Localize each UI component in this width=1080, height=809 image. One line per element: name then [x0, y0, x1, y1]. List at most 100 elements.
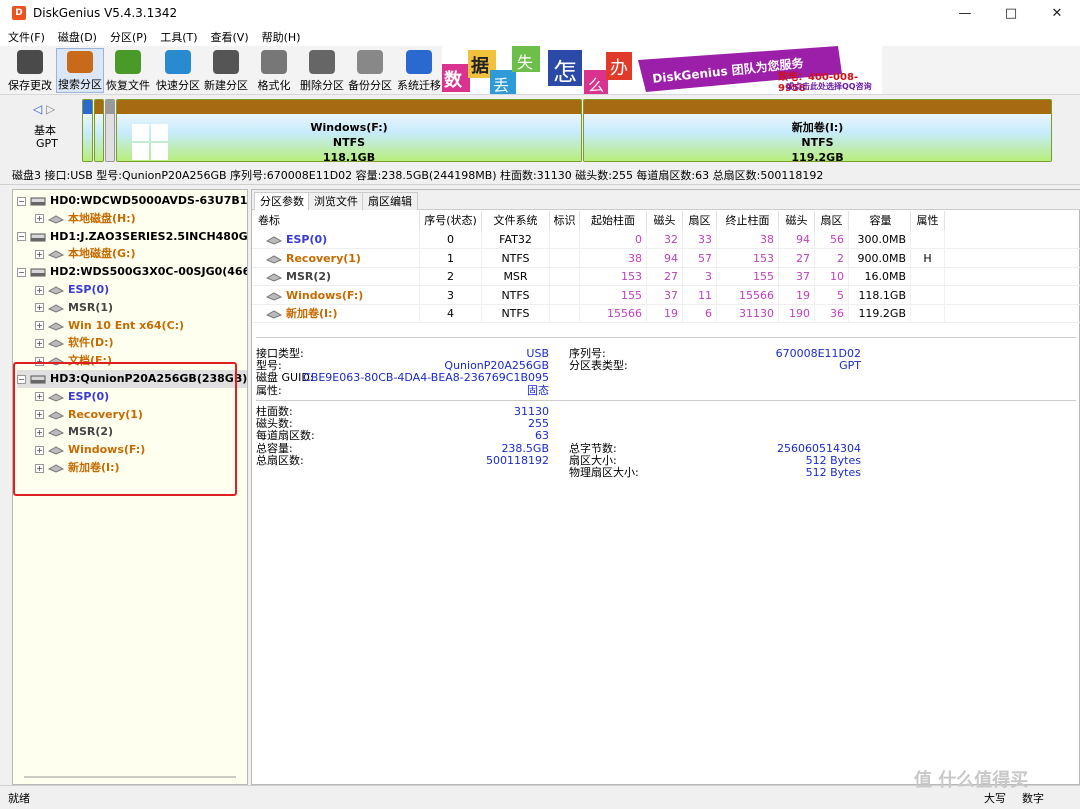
- column-header[interactable]: 扇区: [815, 211, 849, 230]
- column-header[interactable]: 文件系统: [482, 211, 550, 230]
- column-header[interactable]: 磁头: [647, 211, 683, 230]
- expand-icon[interactable]: +: [35, 285, 44, 295]
- detail-value: 255: [528, 417, 549, 431]
- expand-icon[interactable]: +: [35, 338, 44, 348]
- tree-partition-node[interactable]: + 本地磁盘(H:): [35, 210, 136, 228]
- table-row[interactable]: Windows(F:) 3 NTFS 155 37 11 15566 19 5 118.1GB: [252, 285, 1080, 305]
- tab-partition-params[interactable]: 分区参数: [254, 192, 310, 210]
- watermark: 值 什么值得买: [914, 770, 1029, 791]
- cell-label: Recovery(1): [252, 248, 420, 268]
- table-cell: 2: [420, 267, 482, 287]
- detail-value: 256060514304: [777, 441, 861, 455]
- recover-icon: [115, 50, 141, 74]
- menu-partition[interactable]: 分区(P): [110, 29, 147, 45]
- tree-partition-node[interactable]: + Win 10 Ent x64(C:): [35, 317, 184, 335]
- partition-icon: [265, 292, 283, 301]
- partition-icon: [48, 215, 64, 224]
- tree-disk-node[interactable]: − HD0:WDCWD5000AVDS-63U7B1(466: [17, 192, 247, 210]
- menu-disk[interactable]: 磁盘(D): [58, 29, 97, 45]
- minimize-button[interactable]: —: [942, 0, 988, 27]
- tree-partition-node[interactable]: + 本地磁盘(G:): [35, 245, 135, 263]
- tree-disk-node[interactable]: − HD2:WDS500G3X0C-00SJG0(466GB): [17, 263, 247, 281]
- nav-right-icon[interactable]: ▷: [46, 102, 55, 116]
- toolbar-button-backup[interactable]: 备份分区: [346, 48, 394, 93]
- hard-disk-icon: [30, 197, 46, 206]
- caps-indicator: 大写: [984, 792, 1006, 805]
- column-header[interactable]: 序号(状态): [420, 211, 482, 230]
- table-cell: 155: [717, 267, 779, 287]
- toolbar-button-save[interactable]: 保存更改: [6, 48, 54, 93]
- ad-banner[interactable]: 数 据 丢 失 怎 么 办 DiskGenius 团队为您服务 致电：400-0…: [442, 46, 882, 94]
- table-row[interactable]: Recovery(1) 1 NTFS 38 94 57 153 27 2 900.0MB H: [252, 248, 1080, 268]
- partition-icon: [48, 286, 64, 295]
- tree-partition-node[interactable]: + MSR(1): [35, 299, 113, 317]
- menu-view[interactable]: 查看(V): [211, 29, 249, 45]
- collapse-icon[interactable]: −: [17, 232, 26, 242]
- table-row[interactable]: ESP(0) 0 FAT32 0 32 33 38 94 56 300.0MB: [252, 230, 1080, 249]
- table-row[interactable]: MSR(2) 2 MSR 153 27 3 155 37 10 16.0MB: [252, 267, 1080, 287]
- toolbar-button-new-partition[interactable]: 新建分区: [202, 48, 250, 93]
- table-cell: 155: [580, 285, 647, 305]
- detail-value: 63: [535, 429, 549, 443]
- menu-help[interactable]: 帮助(H): [262, 29, 301, 45]
- expand-icon[interactable]: +: [35, 303, 44, 313]
- column-header[interactable]: 标识: [550, 211, 580, 230]
- collapse-icon[interactable]: −: [17, 196, 26, 206]
- table-cell: 11: [683, 285, 717, 305]
- detail-label: 扇区大小:: [569, 453, 617, 467]
- detail-value: 固态: [527, 383, 549, 397]
- ad-char-1: 数: [444, 70, 462, 91]
- ad-char-2: 据: [471, 56, 489, 77]
- expand-icon[interactable]: +: [35, 214, 44, 224]
- table-cell: 153: [580, 267, 647, 287]
- column-header[interactable]: 属性: [911, 211, 945, 230]
- tab-sector-edit[interactable]: 扇区编辑: [362, 192, 418, 210]
- menu-file[interactable]: 文件(F): [8, 29, 45, 45]
- partition-name: Windows(F:): [310, 121, 388, 134]
- column-header[interactable]: 终止柱面: [717, 211, 779, 230]
- expand-icon[interactable]: +: [35, 249, 44, 259]
- partition-icon: [48, 250, 64, 259]
- toolbar-button-delete[interactable]: 删除分区: [298, 48, 346, 93]
- column-header[interactable]: 卷标: [252, 211, 420, 230]
- column-header[interactable]: 起始柱面: [580, 211, 647, 230]
- tree-horizontal-scrollbar[interactable]: [14, 772, 246, 782]
- toolbar-button-recover[interactable]: 恢复文件: [104, 48, 152, 93]
- toolbar-button-migrate[interactable]: 系统迁移: [396, 48, 442, 93]
- partition-icon: [48, 304, 64, 313]
- table-cell: MSR: [482, 267, 550, 287]
- tree-partition-node[interactable]: + 软件(D:): [35, 334, 114, 352]
- table-cell: 119.2GB: [851, 304, 911, 324]
- table-cell: 38: [580, 248, 647, 268]
- maximize-button[interactable]: □: [988, 0, 1034, 27]
- partition-block-esp[interactable]: [82, 99, 93, 162]
- detail-label: 每道扇区数:: [256, 429, 315, 443]
- close-button[interactable]: ✕: [1034, 0, 1080, 27]
- detail-label: 物理扇区大小:: [569, 466, 639, 479]
- partition-name: 新加卷(I:): [791, 121, 844, 134]
- column-header[interactable]: 容量: [851, 211, 911, 230]
- partition-block-newvol[interactable]: 新加卷(I:) NTFS 119.2GB: [583, 99, 1052, 162]
- column-header[interactable]: 扇区: [683, 211, 717, 230]
- table-row[interactable]: 新加卷(I:) 4 NTFS 15566 19 6 31130 190 36 119.2GB: [252, 304, 1080, 324]
- expand-icon[interactable]: +: [35, 321, 44, 331]
- nav-left-icon[interactable]: ◁: [33, 102, 42, 116]
- toolbar-button-label: 保存更改: [8, 79, 52, 92]
- table-cell: 27: [647, 267, 683, 287]
- menu-tools[interactable]: 工具(T): [160, 29, 197, 45]
- partition-block-recovery[interactable]: [94, 99, 104, 162]
- partition-block-msr[interactable]: [105, 99, 115, 162]
- table-header: 卷标 序号(状态) 文件系统 标识 起始柱面 磁头 扇区 终止柱面 磁头 扇区 容量 属性: [252, 211, 1080, 230]
- collapse-icon[interactable]: −: [17, 267, 26, 277]
- tree-node-label: HD2:WDS500G3X0C-00SJG0(466GB): [50, 265, 247, 279]
- table-cell: 15566: [580, 304, 647, 324]
- toolbar-button-format[interactable]: 格式化: [253, 48, 295, 93]
- column-header[interactable]: 磁头: [779, 211, 815, 230]
- tree-disk-node[interactable]: − HD1:J.ZAO3SERIES2.5INCH480GBSAT: [17, 228, 247, 246]
- toolbar-button-search[interactable]: 搜索分区: [56, 48, 104, 93]
- tab-browse-files[interactable]: 浏览文件: [308, 192, 364, 210]
- toolbar-button-quick-partition[interactable]: 快速分区: [154, 48, 202, 93]
- table-cell: [550, 304, 580, 324]
- partition-block-windows[interactable]: Windows(F:) NTFS 118.1GB: [116, 99, 582, 162]
- tree-partition-node[interactable]: + ESP(0): [35, 281, 109, 299]
